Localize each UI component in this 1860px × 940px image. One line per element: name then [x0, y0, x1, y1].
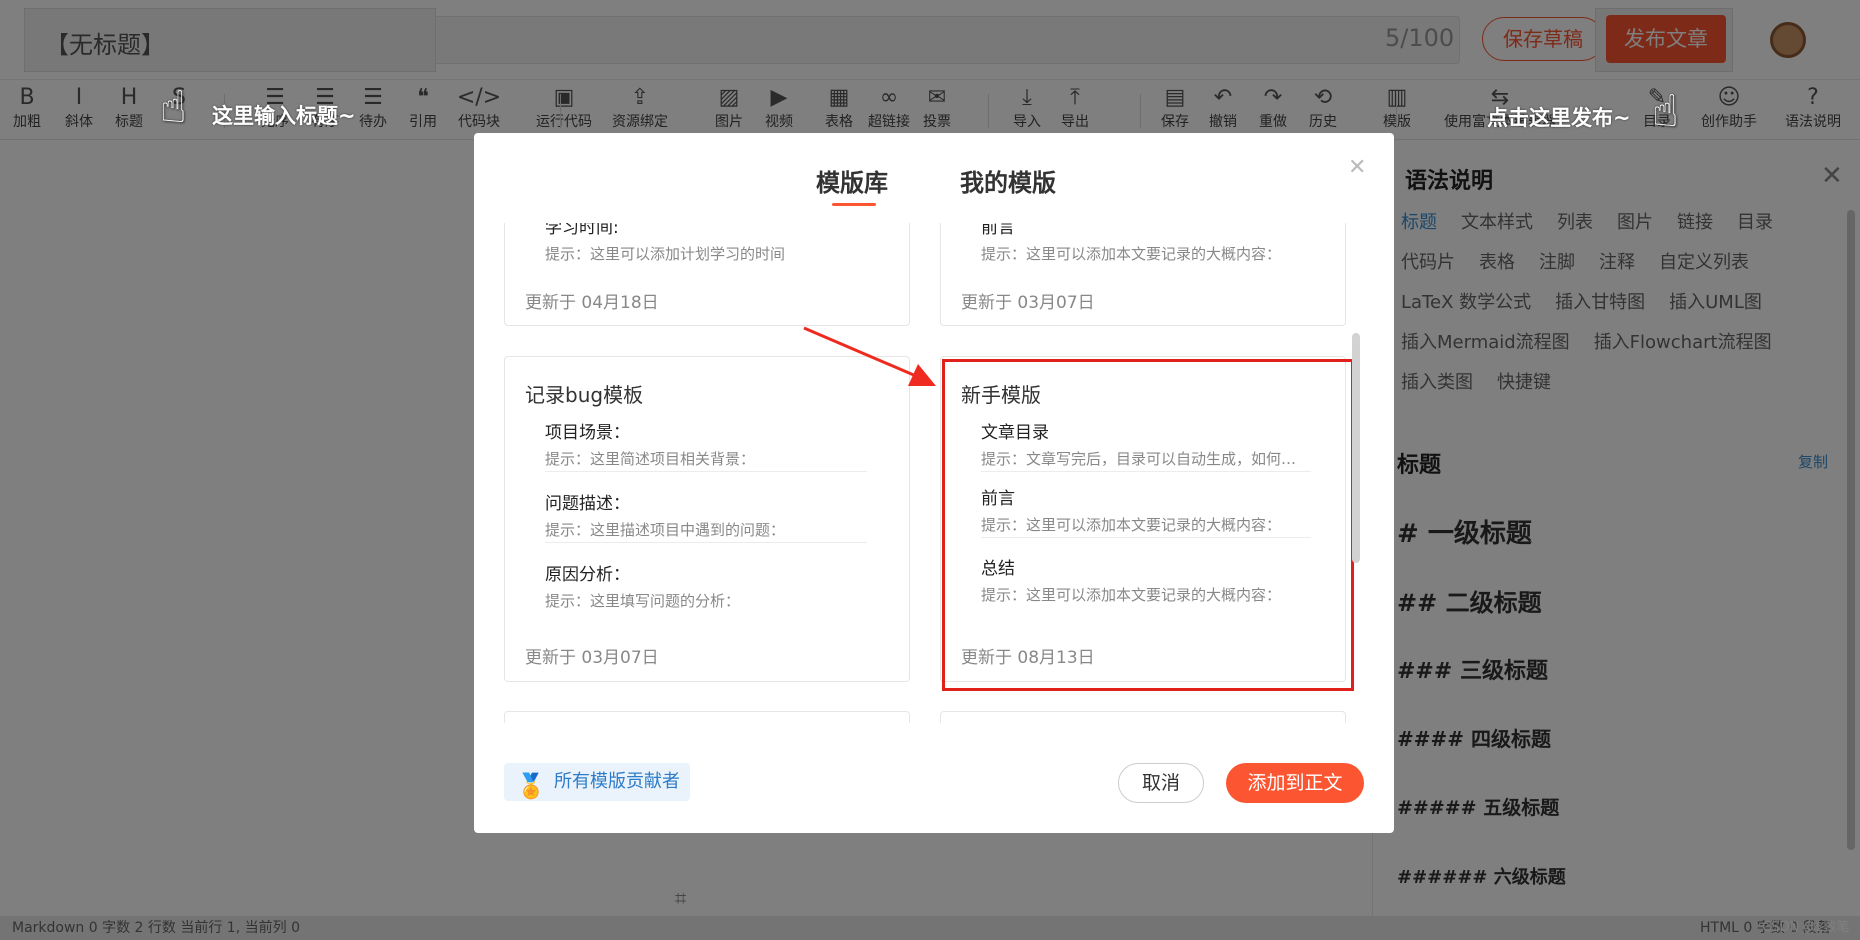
template-card[interactable]: 学习时间: 提示：这里可以添加计划学习的时间 更新于 04月18日	[504, 223, 910, 326]
template-item-hint: 提示：这里可以添加计划学习的时间	[545, 245, 786, 263]
template-item-title: 问题描述：	[545, 494, 630, 514]
pointer-hand-icon: ☝	[1652, 86, 1679, 137]
template-item-hint: 提示：这里简述项目相关背景：	[545, 450, 756, 468]
template-item-title: 原因分析：	[545, 565, 630, 585]
template-card-bug[interactable]: 记录bug模板 项目场景： 提示：这里简述项目相关背景： 问题描述： 提示：这里…	[504, 356, 910, 682]
template-item-hint: 提示：这里可以添加本文要记录的大概内容：	[981, 245, 1282, 263]
template-item: 原因分析： 提示：这里填写问题的分析：	[545, 561, 867, 613]
template-item-hint: 提示：这里描述项目中遇到的问题：	[545, 521, 786, 539]
template-item-title: 学习时间:	[545, 223, 619, 238]
template-item-title: 前言	[981, 223, 1015, 238]
active-tab-underline	[832, 203, 876, 206]
template-updated: 更新于 03月07日	[961, 293, 1095, 313]
template-card[interactable]	[504, 711, 910, 723]
tab-template-library[interactable]: 模版库	[816, 163, 888, 198]
tab-my-templates[interactable]: 我的模版	[960, 163, 1056, 198]
modal-scrollbar[interactable]	[1352, 333, 1360, 563]
hint-title: 这里输入标题~	[212, 104, 356, 128]
template-item-title: 项目场景：	[545, 423, 630, 443]
hint-publish: 点击这里发布~	[1487, 106, 1631, 130]
template-item: 问题描述： 提示：这里描述项目中遇到的问题：	[545, 490, 867, 543]
highlight-box	[942, 359, 1354, 691]
template-item: 项目场景： 提示：这里简述项目相关背景：	[545, 419, 867, 472]
template-item-hint: 提示：这里填写问题的分析：	[545, 592, 741, 610]
add-to-body-button[interactable]: 添加到正文	[1226, 763, 1364, 803]
medal-icon: 🏅	[516, 772, 546, 800]
template-updated: 更新于 03月07日	[525, 648, 659, 668]
template-card[interactable]	[940, 711, 1346, 723]
close-icon[interactable]: ✕	[1348, 155, 1366, 180]
template-card[interactable]: 前言 提示：这里可以添加本文要记录的大概内容： 更新于 03月07日	[940, 223, 1346, 326]
all-contributors-label: 所有模版贡献者	[554, 771, 680, 792]
cancel-button[interactable]: 取消	[1118, 763, 1204, 803]
all-contributors-button[interactable]: 🏅 所有模版贡献者	[504, 763, 690, 801]
template-name: 记录bug模板	[525, 383, 644, 407]
template-item: 学习时间: 提示：这里可以添加计划学习的时间	[545, 223, 867, 266]
template-modal: 模版库 我的模版 ✕ 学习时间: 提示：这里可以添加计划学习的时间 更新于 04…	[474, 133, 1394, 833]
template-updated: 更新于 04月18日	[525, 293, 659, 313]
pointer-hand-icon: ☝	[160, 82, 187, 133]
template-item: 前言 提示：这里可以添加本文要记录的大概内容：	[981, 223, 1303, 266]
